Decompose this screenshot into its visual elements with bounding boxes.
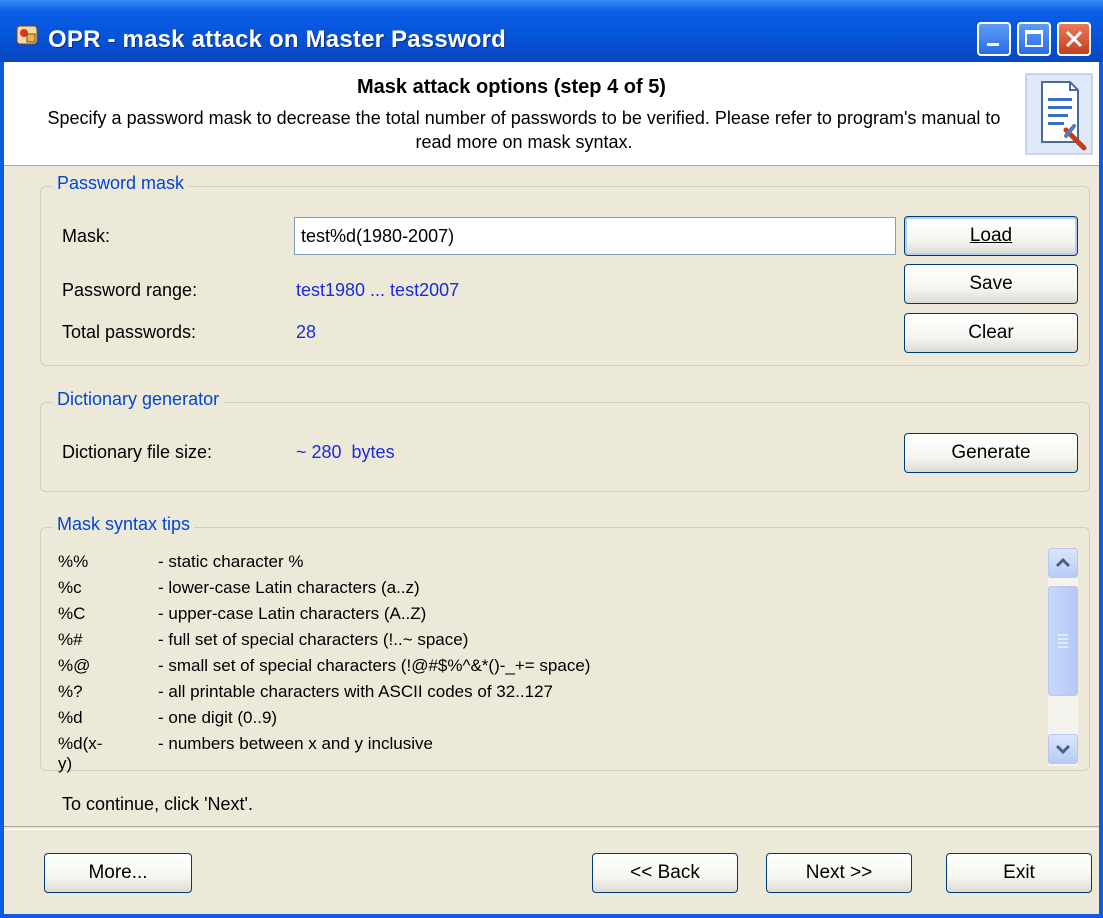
total-passwords-value: 28 [296, 322, 317, 342]
maximize-icon [1025, 30, 1043, 47]
chevron-up-icon [1055, 557, 1071, 568]
generate-button-label: Generate [951, 442, 1031, 463]
tip-description: - all printable characters with ASCII co… [158, 682, 553, 701]
wizard-header: Mask attack options (step 4 of 5) Specif… [4, 62, 1099, 166]
scroll-up-button[interactable] [1048, 548, 1078, 578]
close-button[interactable] [1057, 22, 1091, 56]
footer-divider [4, 826, 1099, 830]
password-range-label: Password range: [62, 280, 198, 300]
mask-syntax-tips-list[interactable]: %% - static character % %c - lower-case La… [58, 552, 1018, 773]
tip-code: %? [58, 682, 83, 701]
next-button[interactable]: Next >> [766, 853, 912, 893]
title-bar[interactable]: OPR - mask attack on Master Password [0, 0, 1103, 62]
save-button-label: Save [969, 273, 1013, 294]
dictionary-size-value: ~ 280 bytes [296, 442, 395, 462]
tip-description: - full set of special characters (!..~ s… [158, 630, 469, 649]
maximize-button[interactable] [1017, 22, 1051, 56]
tip-description: - small set of special characters (!@#$%… [158, 656, 591, 675]
more-button[interactable]: More... [44, 853, 192, 893]
next-button-label: Next >> [805, 862, 873, 883]
tip-code: %# [58, 630, 83, 649]
more-button-label: More... [88, 862, 148, 883]
tip-code: %C [58, 604, 86, 623]
password-range-value: test1980 ... test2007 [296, 280, 460, 300]
back-button-label: << Back [630, 862, 700, 883]
minimize-icon [987, 43, 999, 46]
scroll-down-button[interactable] [1048, 734, 1078, 764]
exit-button[interactable]: Exit [946, 853, 1092, 893]
document-settings-icon [1025, 73, 1093, 155]
tip-description: - static character % [158, 552, 304, 571]
dictionary-size-label: Dictionary file size: [62, 442, 213, 462]
app-icon [16, 25, 38, 45]
exit-button-label: Exit [1003, 862, 1035, 883]
clear-button[interactable]: Clear [904, 313, 1078, 353]
load-button-label: Load [969, 225, 1013, 246]
window-title: OPR - mask attack on Master Password [48, 26, 507, 53]
grip-icon [1058, 634, 1068, 648]
close-icon [1065, 30, 1083, 48]
back-button[interactable]: << Back [592, 853, 738, 893]
load-button[interactable]: Load [904, 216, 1078, 256]
tip-code: %@ [58, 656, 91, 675]
save-button[interactable]: Save [904, 264, 1078, 304]
tip-code: %d(x-y) [58, 734, 103, 773]
tip-description: - upper-case Latin characters (A..Z) [158, 604, 427, 623]
dictionary-generator-legend: Dictionary generator [53, 389, 224, 410]
tip-code: %% [58, 552, 89, 571]
generate-button[interactable]: Generate [904, 433, 1078, 473]
minimize-button[interactable] [977, 22, 1011, 56]
scroll-thumb[interactable] [1048, 586, 1078, 696]
tip-description: - one digit (0..9) [158, 708, 278, 727]
step-description: Specify a password mask to decrease the … [47, 108, 1001, 152]
mask-input[interactable] [294, 217, 896, 255]
mask-syntax-tips-legend: Mask syntax tips [53, 514, 195, 535]
continue-hint: To continue, click 'Next'. [62, 794, 253, 814]
mask-label: Mask: [62, 226, 111, 246]
chevron-down-icon [1055, 744, 1071, 755]
wizard-window: OPR - mask attack on Master Password Mas… [0, 0, 1103, 918]
clear-button-label: Clear [968, 322, 1014, 343]
tip-description: - numbers between x and y inclusive [158, 734, 433, 753]
tip-code: %c [58, 578, 82, 597]
tip-description: - lower-case Latin characters (a..z) [158, 578, 420, 597]
password-mask-legend: Password mask [53, 173, 189, 194]
total-passwords-label: Total passwords: [62, 322, 197, 342]
tip-code: %d [58, 708, 83, 727]
tips-scrollbar[interactable] [1048, 548, 1078, 766]
step-title: Mask attack options (step 4 of 5) [357, 76, 666, 98]
